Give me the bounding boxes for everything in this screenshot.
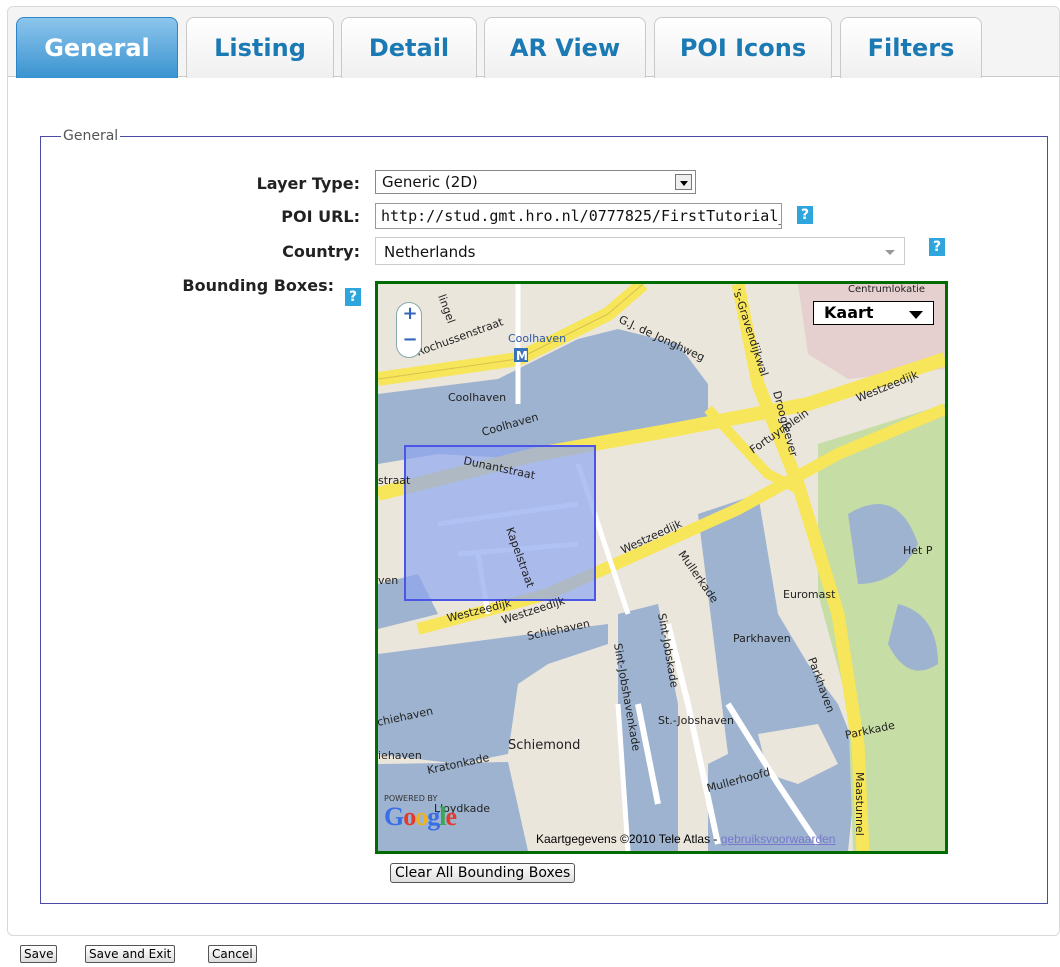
poi-url-input[interactable]: http://stud.gmt.hro.nl/0777825/FirstTuto… — [375, 203, 782, 229]
zoom-control: + − — [396, 302, 422, 358]
attribution-text: Kaartgegevens ©2010 Tele Atlas - — [536, 832, 721, 846]
map-label-maastunnel: Maastunnel — [853, 772, 866, 836]
save-and-exit-button[interactable]: Save and Exit — [85, 945, 176, 963]
zoom-in-icon[interactable]: + — [397, 303, 423, 324]
google-logo: Google — [384, 802, 457, 831]
save-button[interactable]: Save — [20, 945, 58, 963]
bounding-boxes-label: Bounding Boxes: — [182, 276, 334, 295]
chevron-down-icon[interactable] — [675, 174, 692, 190]
map-type-dropdown[interactable]: Kaart — [813, 301, 934, 325]
fieldset-legend: General — [63, 128, 119, 144]
map-label-schiemond: Schiemond — [508, 738, 580, 753]
dropdown-caret-icon[interactable] — [885, 250, 895, 255]
terms-link[interactable]: gebruiksvoorwaarden — [721, 832, 836, 846]
country-label: Country: — [282, 242, 360, 261]
tab-detail[interactable]: Detail — [341, 17, 477, 78]
tab-listing[interactable]: Listing — [186, 17, 334, 78]
map-canvas[interactable]: M Coolhaven Coolhaven Coolhaven Rochusse… — [378, 284, 945, 851]
cancel-button[interactable]: Cancel — [208, 945, 257, 963]
map-label-straat-left: straat — [378, 474, 411, 487]
map-label-centrumlokatie: Centrumlokatie — [848, 284, 925, 295]
tab-poi-icons[interactable]: POI Icons — [654, 17, 832, 78]
tab-bar: General Listing Detail AR View POI Icons… — [8, 7, 1059, 78]
tab-filters[interactable]: Filters — [840, 17, 982, 78]
map-label-ven-left: ven — [378, 574, 398, 587]
layer-type-select[interactable]: Generic (2D) — [375, 170, 696, 194]
metro-symbol: M — [516, 349, 528, 363]
country-combobox[interactable]: Netherlands — [375, 237, 905, 265]
map-label-euromast: Euromast — [783, 588, 836, 601]
map-label-st-jobshaven: St.-Jobshaven — [658, 714, 734, 727]
map-label-coolhaven: Coolhaven — [448, 391, 506, 404]
poi-url-label: POI URL: — [281, 207, 360, 226]
tab-ar-view[interactable]: AR View — [484, 17, 646, 78]
country-help-icon[interactable]: ? — [929, 238, 945, 256]
map-label-het-park: Het P — [903, 544, 933, 557]
country-value: Netherlands — [384, 243, 476, 261]
zoom-out-icon[interactable]: − — [397, 329, 423, 350]
map-label-coolhaven-station: Coolhaven — [508, 332, 566, 345]
map-attribution: Kaartgegevens ©2010 Tele Atlas - gebruik… — [536, 832, 835, 846]
layer-type-label: Layer Type: — [256, 174, 360, 193]
map-label-parkhaven: Parkhaven — [733, 632, 791, 645]
tab-general[interactable]: General — [16, 17, 178, 78]
map-view[interactable]: M Coolhaven Coolhaven Coolhaven Rochusse… — [375, 281, 948, 854]
map-label-schiehaven-left2: iehaven — [378, 749, 422, 762]
bounding-boxes-help-icon[interactable]: ? — [345, 288, 361, 306]
layer-type-value: Generic (2D) — [382, 173, 478, 191]
poi-url-help-icon[interactable]: ? — [797, 206, 813, 224]
clear-bounding-boxes-button[interactable]: Clear All Bounding Boxes — [390, 863, 576, 883]
